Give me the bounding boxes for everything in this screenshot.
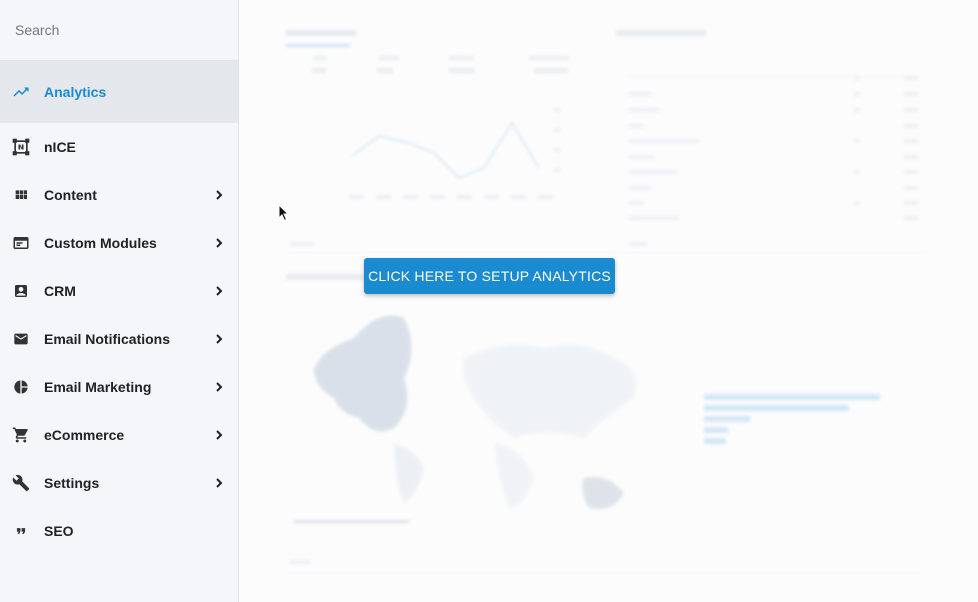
chevron-right-icon <box>214 382 224 392</box>
sidebar: Analytics nICE Content Custom Modules CR… <box>0 0 239 602</box>
envelope-icon <box>11 329 31 349</box>
nice-frame-icon <box>11 137 31 157</box>
wrench-icon <box>11 473 31 493</box>
grid-icon <box>11 185 31 205</box>
analytics-map-placeholder <box>284 268 927 574</box>
chevron-right-icon <box>214 286 224 296</box>
sidebar-item-label: eCommerce <box>44 427 125 443</box>
window-icon <box>11 233 31 253</box>
search-input[interactable] <box>15 22 215 38</box>
chevron-right-icon <box>214 190 224 200</box>
sidebar-item-nice[interactable]: nICE <box>0 123 238 171</box>
chevron-right-icon <box>214 478 224 488</box>
sidebar-item-label: SEO <box>44 523 74 539</box>
cart-icon <box>11 425 31 445</box>
sidebar-item-settings[interactable]: Settings <box>0 459 238 507</box>
sidebar-item-ecommerce[interactable]: eCommerce <box>0 411 238 459</box>
chevron-right-icon <box>214 430 224 440</box>
sidebar-item-label: Email Notifications <box>44 331 171 347</box>
sidebar-item-label: CRM <box>44 283 76 299</box>
sidebar-item-label: Settings <box>44 475 100 491</box>
sidebar-item-email-marketing[interactable]: Email Marketing <box>0 363 238 411</box>
sidebar-item-label: nICE <box>44 139 76 155</box>
chevron-right-icon <box>214 238 224 248</box>
sidebar-item-crm[interactable]: CRM <box>0 267 238 315</box>
pie-chart-icon <box>11 377 31 397</box>
analytics-main: CLICK HERE TO SETUP ANALYTICS <box>239 0 978 602</box>
sidebar-item-label: Email Marketing <box>44 379 152 395</box>
analytics-overview-placeholder <box>284 18 927 253</box>
setup-analytics-button[interactable]: CLICK HERE TO SETUP ANALYTICS <box>364 258 615 294</box>
sidebar-item-email-notifications[interactable]: Email Notifications <box>0 315 238 363</box>
sidebar-item-label: Content <box>44 187 97 203</box>
sidebar-item-analytics[interactable]: Analytics <box>0 61 238 123</box>
chevron-right-icon <box>214 334 224 344</box>
sidebar-item-seo[interactable]: SEO <box>0 507 238 555</box>
sidebar-item-label: Analytics <box>44 84 107 100</box>
mouse-cursor-icon <box>278 203 290 227</box>
quote-icon <box>11 521 31 541</box>
sidebar-item-label: Custom Modules <box>44 235 157 251</box>
sidebar-item-custom-modules[interactable]: Custom Modules <box>0 219 238 267</box>
search-bar <box>0 0 238 61</box>
sidebar-item-content[interactable]: Content <box>0 171 238 219</box>
trending-up-icon <box>11 82 31 102</box>
contact-card-icon <box>11 281 31 301</box>
